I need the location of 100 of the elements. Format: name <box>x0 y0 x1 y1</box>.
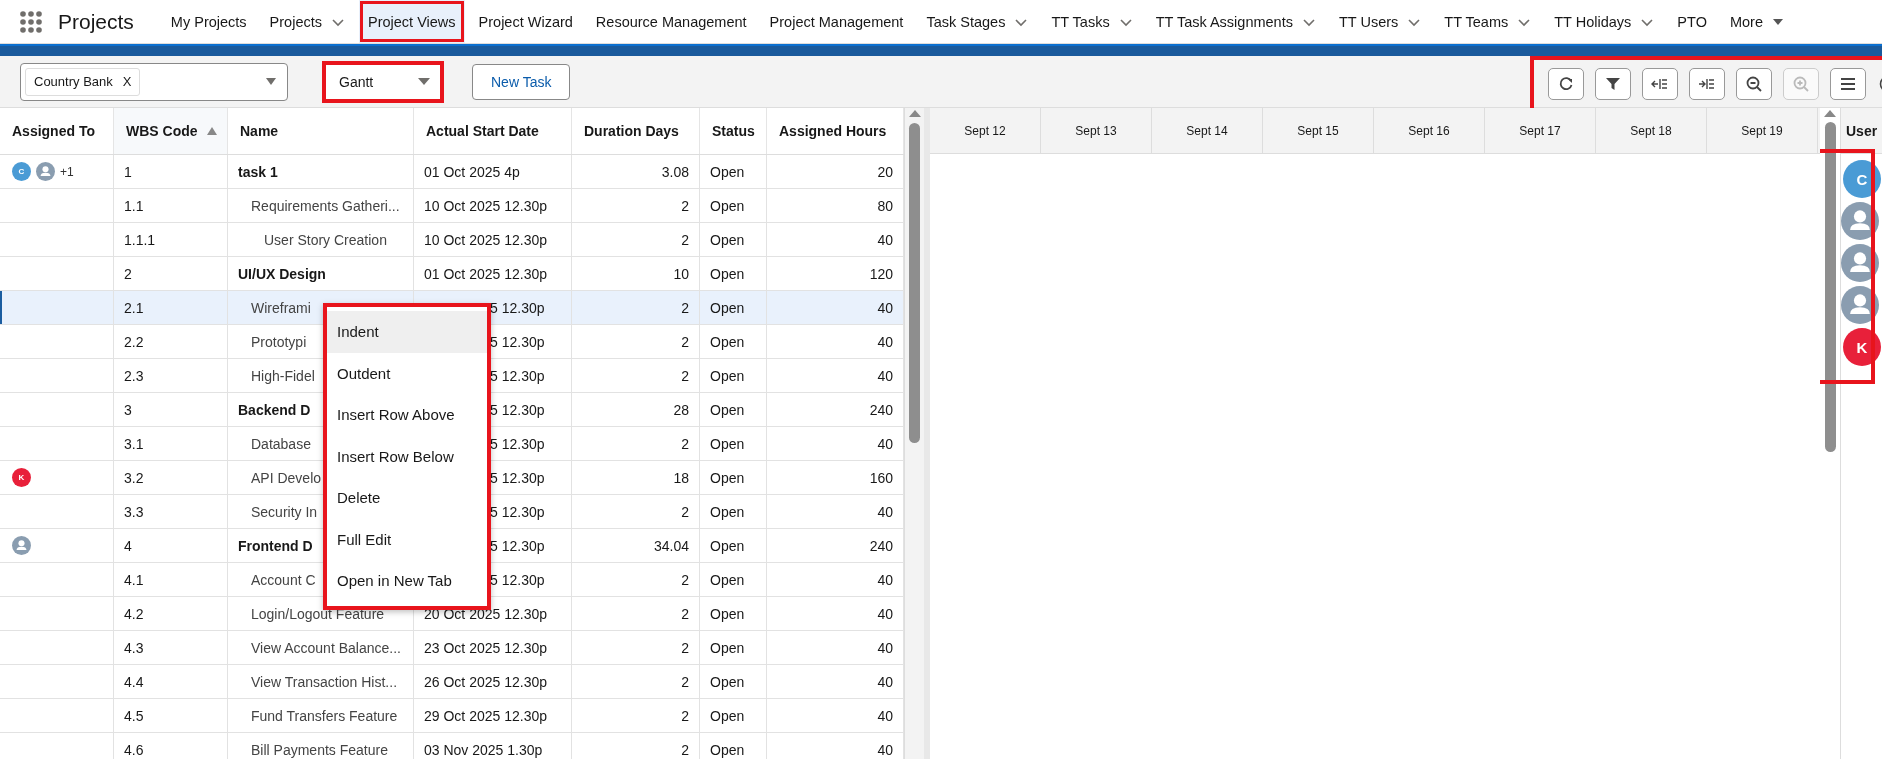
wbs-cell: 2.2 <box>114 325 228 358</box>
nav-tab[interactable]: My Projects <box>161 0 256 43</box>
status-cell: Open <box>700 325 767 358</box>
wbs-cell: 4.2 <box>114 597 228 630</box>
duration-cell: 10 <box>572 257 700 290</box>
date-header: Sept 14 <box>1152 108 1263 153</box>
new-task-button[interactable]: New Task <box>472 63 571 100</box>
wbs-cell: 1 <box>114 155 228 188</box>
refresh-button[interactable] <box>1548 67 1584 100</box>
nav-tab[interactable]: TT Holidays <box>1545 0 1664 43</box>
start-date-cell: 01 Oct 2025 12.30p <box>414 257 572 290</box>
wbs-cell: 4 <box>114 529 228 562</box>
nav-tab[interactable]: Project Wizard <box>469 0 582 43</box>
status-cell: Open <box>700 461 767 494</box>
duration-cell: 2 <box>572 427 700 460</box>
nav-tab[interactable]: More <box>1720 0 1793 43</box>
status-cell: Open <box>700 733 767 759</box>
column-header[interactable]: Status <box>700 108 767 154</box>
menu-item[interactable]: Indent <box>327 311 487 353</box>
table-row[interactable]: 1.1.1 User Story Creation 10 Oct 2025 12.30p 2 Open 40 <box>0 223 904 257</box>
users-header: User <box>1841 108 1882 154</box>
remove-chip-button[interactable]: X <box>122 74 132 89</box>
task-name-cell: Bill Payments Feature <box>228 733 414 759</box>
column-header[interactable]: Name <box>228 108 414 154</box>
filter-button[interactable] <box>1595 67 1631 100</box>
task-name-cell: Fund Transfers Feature <box>228 699 414 732</box>
date-header: Sept 17 <box>1485 108 1596 153</box>
table-row[interactable]: C +1 1 task 1 01 Oct 2025 4p 3.08 Open 20 <box>0 155 904 189</box>
avatar: K <box>12 468 31 487</box>
start-date-cell: 03 Nov 2025 1.30p <box>414 733 572 759</box>
date-header: Sept 13 <box>1041 108 1152 153</box>
status-cell: Open <box>700 665 767 698</box>
nav-tab[interactable]: Task Stages <box>917 0 1038 43</box>
task-name-cell: task 1 <box>228 155 414 188</box>
column-header[interactable]: Duration Days <box>572 108 700 154</box>
filter-chip[interactable]: Country Bank X <box>25 67 141 96</box>
table-row[interactable]: 4.5 Fund Transfers Feature 29 Oct 2025 12.30p 2 Open 40 <box>0 699 904 733</box>
column-header[interactable]: WBS Code <box>114 108 228 154</box>
table-row[interactable]: 1.1 Requirements Gatheri... 10 Oct 2025 12.30p 2 Open 80 <box>0 189 904 223</box>
nav-tab[interactable]: Project Views <box>359 0 465 43</box>
wbs-cell: 2 <box>114 257 228 290</box>
wbs-cell: 2.3 <box>114 359 228 392</box>
scrollbar[interactable] <box>904 108 924 759</box>
zoom-out-button[interactable] <box>1736 67 1772 100</box>
duration-cell: 2 <box>572 563 700 596</box>
start-date-cell: 26 Oct 2025 12.30p <box>414 665 572 698</box>
wbs-cell: 4.5 <box>114 699 228 732</box>
nav-tab[interactable]: Project Management <box>760 0 913 43</box>
wbs-cell: 3 <box>114 393 228 426</box>
nav-tab[interactable]: TT Teams <box>1435 0 1541 43</box>
nav-tab[interactable]: Resource Management <box>586 0 756 43</box>
sort-icon <box>205 126 218 136</box>
duration-cell: 2 <box>572 291 700 324</box>
date-header: Sept 19 <box>1707 108 1818 153</box>
wbs-cell: 1.1 <box>114 189 228 222</box>
status-cell: Open <box>700 257 767 290</box>
date-header: Sept 18 <box>1596 108 1707 153</box>
outdent-button[interactable] <box>1642 67 1678 100</box>
nav-tab[interactable]: TT Tasks <box>1042 0 1142 43</box>
nav-tab[interactable]: PTO <box>1668 0 1716 43</box>
task-name-cell: View Account Balance... <box>228 631 414 664</box>
status-cell: Open <box>700 631 767 664</box>
date-header: Sept 15 <box>1263 108 1374 153</box>
date-header: Sept 16 <box>1374 108 1485 153</box>
project-filter-field[interactable]: Country Bank X <box>20 62 288 101</box>
column-header[interactable]: Actual Start Date <box>414 108 572 154</box>
status-cell: Open <box>700 393 767 426</box>
task-name-cell: User Story Creation <box>228 223 414 256</box>
task-name-cell: Requirements Gatheri... <box>228 189 414 222</box>
nav-tab[interactable]: TT Users <box>1329 0 1431 43</box>
duration-cell: 3.08 <box>572 155 700 188</box>
wbs-cell: 4.1 <box>114 563 228 596</box>
nav-tab[interactable]: Projects <box>260 0 354 43</box>
extra-count: +1 <box>60 164 74 179</box>
duration-cell: 2 <box>572 631 700 664</box>
start-date-cell: 23 Oct 2025 12.30p <box>414 631 572 664</box>
chip-label: Country Bank <box>34 74 113 89</box>
wbs-cell: 3.1 <box>114 427 228 460</box>
status-cell: Open <box>700 359 767 392</box>
view-select[interactable]: Gantt <box>324 62 442 101</box>
wbs-cell: 3.2 <box>114 461 228 494</box>
wbs-cell: 1.1.1 <box>114 223 228 256</box>
status-cell: Open <box>700 189 767 222</box>
indent-button[interactable] <box>1689 67 1725 100</box>
status-cell: Open <box>700 223 767 256</box>
duration-cell: 2 <box>572 699 700 732</box>
nav-tab[interactable]: TT Task Assignments <box>1146 0 1325 43</box>
scrollbar[interactable] <box>1820 108 1841 759</box>
table-row[interactable]: 4.4 View Transaction Hist... 26 Oct 2025 12.30p 2 Open 40 <box>0 665 904 699</box>
status-cell: Open <box>700 529 767 562</box>
status-cell: Open <box>700 563 767 596</box>
status-cell: Open <box>700 291 767 324</box>
duration-cell: 2 <box>572 223 700 256</box>
menu-button[interactable] <box>1830 67 1866 100</box>
wbs-cell: 3.3 <box>114 495 228 528</box>
duration-cell: 34.04 <box>572 529 700 562</box>
duration-cell: 2 <box>572 359 700 392</box>
wbs-cell: 4.6 <box>114 733 228 759</box>
table-row[interactable]: 4.3 View Account Balance... 23 Oct 2025 12.30p 2 Open 40 <box>0 631 904 665</box>
wbs-cell: 4.4 <box>114 665 228 698</box>
